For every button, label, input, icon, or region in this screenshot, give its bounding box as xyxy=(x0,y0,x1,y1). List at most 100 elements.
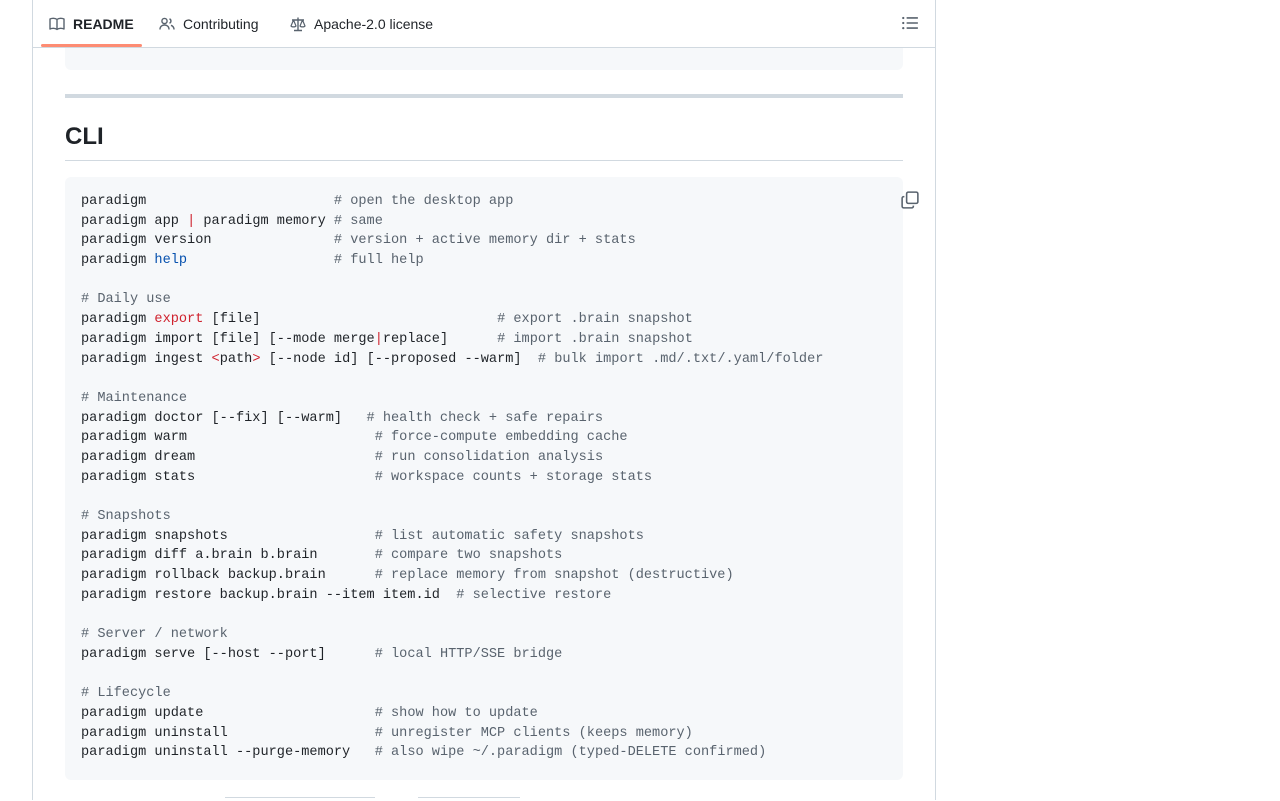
code-token: paradigm doctor [--fix] [--warm] xyxy=(81,410,367,426)
readme-tab-bar: README Contributing Apache-2.0 license xyxy=(33,0,935,48)
code-comment: # list automatic safety snapshots xyxy=(374,528,644,544)
copy-icon xyxy=(901,191,919,209)
code-line: # Snapshots xyxy=(81,507,823,527)
previous-code-block xyxy=(65,48,903,70)
code-comment: # Daily use xyxy=(81,292,171,308)
code-token: paradigm restore backup.brain --item ite… xyxy=(81,587,457,603)
code-token: paradigm serve [--host --port] xyxy=(81,646,375,662)
code-line: paradigm import [file] [--mode merge|rep… xyxy=(81,330,823,350)
code-comment: # version + active memory dir + stats xyxy=(333,233,636,249)
code-line: # Server / network xyxy=(81,625,823,645)
code-line: paradigm # open the desktop app xyxy=(81,192,823,212)
law-icon xyxy=(290,17,306,31)
code-token: paradigm stats xyxy=(81,469,375,485)
code-token: paradigm xyxy=(81,253,155,269)
copy-button[interactable] xyxy=(901,191,921,209)
code-line: paradigm help # full help xyxy=(81,251,823,271)
code-token: [--node id] [--proposed --warm] xyxy=(260,351,538,367)
readme-panel: README Contributing Apache-2.0 license C… xyxy=(32,0,936,800)
code-token: [file] xyxy=(203,312,498,328)
code-line: paradigm restore backup.brain --item ite… xyxy=(81,586,823,606)
heading-underline xyxy=(65,160,903,161)
code-token: paradigm snapshots xyxy=(81,528,375,544)
code-line: paradigm snapshots # list automatic safe… xyxy=(81,527,823,547)
code-line: paradigm serve [--host --port] # local H… xyxy=(81,645,823,665)
outline-button[interactable] xyxy=(901,14,919,32)
code-line: paradigm diff a.brain b.brain # compare … xyxy=(81,546,823,566)
code-comment: # export .brain snapshot xyxy=(497,312,693,328)
next-section-peek-2 xyxy=(418,797,520,801)
code-token: paradigm import [file] [--mode merge xyxy=(81,331,375,347)
code-line: paradigm app | paradigm memory # same xyxy=(81,212,823,232)
code-token: paradigm version xyxy=(81,233,334,249)
code-comment: # Lifecycle xyxy=(81,686,171,702)
code-token: | xyxy=(374,331,383,347)
tab-license[interactable]: Apache-2.0 license xyxy=(290,0,433,47)
code-comment: # local HTTP/SSE bridge xyxy=(374,646,563,662)
code-token: paradigm app xyxy=(81,213,188,229)
code-comment: # selective restore xyxy=(456,587,612,603)
horizontal-rule xyxy=(65,94,903,98)
tab-contributing-label: Contributing xyxy=(183,15,259,32)
people-icon xyxy=(159,17,175,30)
code-comment: # health check + safe repairs xyxy=(366,410,604,426)
code-token: | xyxy=(187,213,196,229)
code-comment: # compare two snapshots xyxy=(374,548,563,564)
code-token: paradigm memory xyxy=(195,213,334,229)
code-line: # Lifecycle xyxy=(81,684,823,704)
code-token: paradigm dream xyxy=(81,449,375,465)
tab-license-label: Apache-2.0 license xyxy=(314,15,434,32)
code-line: paradigm ingest <path> [--node id] [--pr… xyxy=(81,350,823,370)
code-line: paradigm uninstall --purge-memory # also… xyxy=(81,743,823,763)
code-comment: # force-compute embedding cache xyxy=(374,430,628,446)
code-comment: # Maintenance xyxy=(81,390,188,406)
code-token: replace] xyxy=(382,331,498,347)
code-line: paradigm update # show how to update xyxy=(81,704,823,724)
code-line: paradigm stats # workspace counts + stor… xyxy=(81,468,823,488)
code-line: paradigm doctor [--fix] [--warm] # healt… xyxy=(81,409,823,429)
code-line: paradigm rollback backup.brain # replace… xyxy=(81,566,823,586)
code-comment: # open the desktop app xyxy=(333,194,514,209)
cli-code-block[interactable]: paradigm # open the desktop app paradigm … xyxy=(65,177,919,780)
code-line: paradigm version # version + active memo… xyxy=(81,231,823,251)
code-comment: # show how to update xyxy=(374,705,538,721)
code-token: < xyxy=(211,351,220,367)
code-line: # Maintenance xyxy=(81,389,823,409)
code-line: paradigm uninstall # unregister MCP clie… xyxy=(81,724,823,744)
code-comment: # Snapshots xyxy=(81,509,171,524)
code-token: export xyxy=(154,312,204,328)
list-icon xyxy=(902,16,918,30)
code-token: paradigm xyxy=(81,312,155,328)
code-token: path xyxy=(219,351,253,367)
code-token: paradigm xyxy=(81,194,334,209)
book-icon xyxy=(49,17,65,30)
active-tab-indicator xyxy=(41,44,142,47)
code-comment: # unregister MCP clients (keeps memory) xyxy=(374,725,693,741)
code-token: paradigm ingest xyxy=(81,351,212,367)
code-comment: # workspace counts + storage stats xyxy=(374,469,653,485)
code-comment: # same xyxy=(333,213,383,229)
next-section-peek xyxy=(225,797,375,801)
section-heading-cli: CLI xyxy=(65,123,104,150)
code-token: paradigm uninstall --purge-memory xyxy=(81,745,375,761)
code-token: paradigm update xyxy=(81,705,375,721)
tab-readme[interactable]: README xyxy=(49,0,134,47)
code-token: > xyxy=(252,351,261,367)
code-comment: # Server / network xyxy=(81,627,228,643)
code-line: paradigm export [file] # export .brain s… xyxy=(81,310,823,330)
code-comment: # full help xyxy=(333,253,424,269)
tab-contributing[interactable]: Contributing xyxy=(159,0,259,47)
code-comment: # run consolidation analysis xyxy=(374,449,604,465)
code-comment: # replace memory from snapshot (destruct… xyxy=(374,568,734,584)
code-line: # Daily use xyxy=(81,290,823,310)
code-comment: # also wipe ~/.paradigm (typed-DELETE co… xyxy=(374,745,767,761)
code-comment: # import .brain snapshot xyxy=(497,331,693,347)
code-line: paradigm dream # run consolidation analy… xyxy=(81,448,823,468)
code-token: paradigm uninstall xyxy=(81,725,375,741)
